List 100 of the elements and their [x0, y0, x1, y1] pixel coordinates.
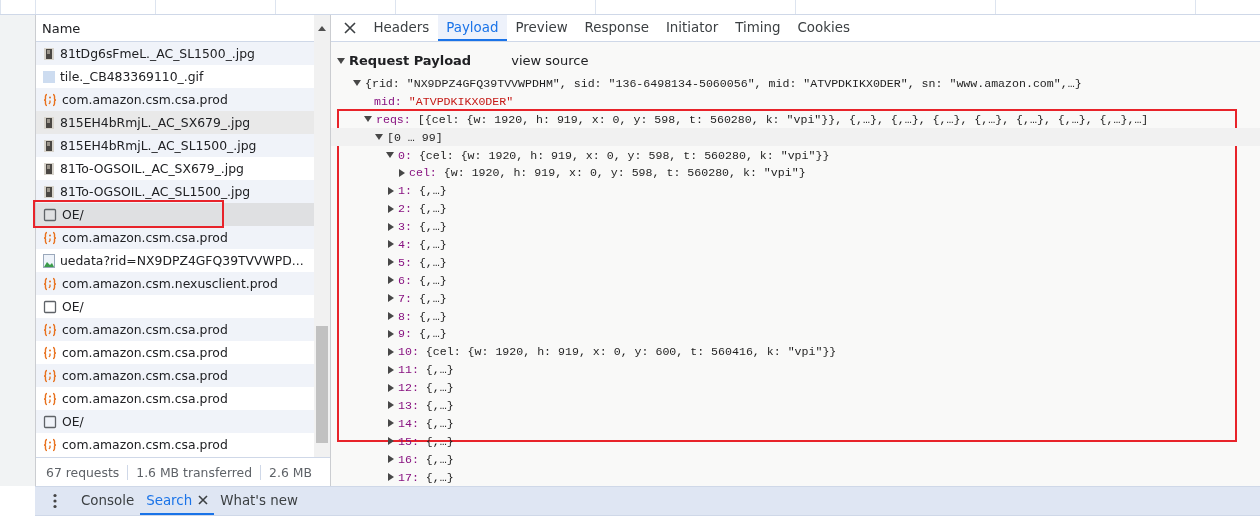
view-source-link[interactable]: view source	[511, 53, 589, 69]
disclosure-icon[interactable]	[388, 312, 394, 321]
script-icon	[43, 92, 57, 107]
tree-line[interactable]: 12: {,…}	[331, 378, 1260, 397]
detail-tab[interactable]: Initiator	[657, 15, 727, 41]
image-thumbnail-icon	[43, 115, 55, 130]
disclosure-icon[interactable]	[353, 80, 361, 87]
tree-line[interactable]: 14: {,…}	[331, 414, 1260, 433]
tree-line[interactable]: reqs: [{cel: {w: 1920, h: 919, x: 0, y: 598, t: 560280, k: "vpi"}}, {,…}, {,…}, {,…}, {,…}, {,…}, {,…}, {,…},…]	[331, 110, 1260, 129]
status-text: 2.6 MB	[260, 464, 320, 480]
document-icon	[43, 207, 57, 222]
request-row[interactable]: com.amazon.csm.csa.prod	[36, 318, 314, 341]
tree-line[interactable]: 3: {,…}	[331, 217, 1260, 236]
scrollbar-thumb[interactable]	[316, 326, 328, 443]
disclosure-icon[interactable]	[388, 186, 394, 195]
script-icon	[43, 322, 57, 337]
drawer-tab[interactable]: Search	[140, 487, 215, 515]
disclosure-icon[interactable]	[388, 401, 394, 410]
request-row[interactable]: com.amazon.csm.csa.prod	[36, 226, 314, 249]
script-icon	[43, 437, 57, 452]
image-thumbnail-icon	[43, 161, 55, 176]
request-row[interactable]: com.amazon.csm.csa.prod	[36, 364, 314, 387]
image-file-icon	[43, 253, 55, 268]
tree-line[interactable]: 13: {,…}	[331, 396, 1260, 415]
detail-tab[interactable]: Preview	[506, 15, 577, 41]
tree-line[interactable]: 7: {,…}	[331, 289, 1260, 308]
disclosure-icon[interactable]	[388, 204, 394, 213]
disclosure-icon[interactable]	[388, 419, 394, 428]
request-row[interactable]: 81tDg6sFmeL._AC_SL1500_.jpg	[36, 42, 314, 65]
tree-line[interactable]: {rid: "NX9DPZ4GFQ39TVVWPDHM", sid: "136-6498134-5060056", mid: "ATVPDKIKX0DER", sn: "www.amazon.com",…}	[331, 74, 1260, 93]
disclosure-icon[interactable]	[386, 152, 394, 158]
status-text: 67 requests	[45, 464, 121, 480]
script-icon	[43, 368, 57, 383]
detail-tab[interactable]: Headers	[365, 15, 438, 41]
disclosure-icon[interactable]	[388, 347, 394, 356]
disclosure-icon[interactable]	[388, 455, 394, 464]
close-icon	[344, 22, 356, 34]
kebab-menu-icon	[53, 493, 57, 509]
close-icon	[198, 495, 209, 505]
request-row[interactable]: 81To-OGSOIL._AC_SX679_.jpg	[36, 157, 314, 180]
request-row[interactable]: com.amazon.csm.csa.prod	[36, 341, 314, 364]
image-thumbnail-icon	[43, 184, 55, 199]
script-icon	[43, 230, 57, 245]
image-thumbnail-icon	[43, 138, 55, 153]
request-row[interactable]: uedata?rid=NX9DPZ4GFQ39TVVWPD...	[36, 249, 314, 272]
detail-tab[interactable]: Cookies	[788, 15, 859, 41]
tree-line[interactable]: mid: "ATVPDKIKX0DER"	[331, 92, 1260, 111]
disclosure-icon[interactable]	[388, 294, 394, 303]
tree-line[interactable]: 2: {,…}	[331, 199, 1260, 218]
disclosure-icon[interactable]	[337, 57, 345, 64]
document-icon	[43, 414, 57, 429]
status-text: 1.6 MB transferred	[127, 464, 261, 480]
disclosure-icon[interactable]	[388, 258, 394, 267]
tree-line[interactable]: 0: {cel: {w: 1920, h: 919, x: 0, y: 598, t: 560280, k: "vpi"}}	[331, 146, 1260, 164]
tree-line[interactable]: 16: {,…}	[331, 450, 1260, 469]
disclosure-icon[interactable]	[388, 383, 394, 392]
tree-line[interactable]: 1: {,…}	[331, 181, 1260, 200]
image-thumbnail-icon	[43, 69, 55, 84]
tree-line[interactable]: cel: {w: 1920, h: 919, x: 0, y: 598, t: 560280, k: "vpi"}	[331, 163, 1260, 182]
request-row[interactable]: OE/	[36, 203, 314, 226]
request-row[interactable]: OE/	[36, 410, 314, 433]
disclosure-icon[interactable]	[388, 222, 394, 231]
request-row[interactable]: tile._CB483369110_.gif	[36, 65, 314, 88]
request-row[interactable]: com.amazon.csm.csa.prod	[36, 88, 314, 111]
tree-line[interactable]: 4: {,…}	[331, 235, 1260, 254]
request-row[interactable]: com.amazon.csm.nexusclient.prod	[36, 272, 314, 295]
tree-line[interactable]: 11: {,…}	[331, 360, 1260, 379]
disclosure-icon[interactable]	[388, 437, 394, 446]
disclosure-icon[interactable]	[388, 329, 394, 338]
tree-line[interactable]: 5: {,…}	[331, 253, 1260, 272]
scroll-up-icon	[318, 25, 326, 31]
disclosure-icon[interactable]	[388, 365, 394, 374]
section-title: Request Payload	[349, 53, 472, 69]
tree-line[interactable]: 9: {,…}	[331, 325, 1260, 343]
disclosure-icon[interactable]	[375, 134, 383, 141]
detail-tab[interactable]: Payload	[437, 15, 507, 41]
script-icon	[43, 345, 57, 360]
close-tab-button[interactable]	[198, 495, 209, 505]
request-row[interactable]: com.amazon.csm.csa.prod	[36, 387, 314, 410]
disclosure-icon[interactable]	[399, 168, 405, 177]
disclosure-icon[interactable]	[364, 116, 372, 123]
script-icon	[43, 391, 57, 406]
detail-tab[interactable]: Timing	[726, 15, 789, 41]
tree-line[interactable]: 8: {,…}	[331, 307, 1260, 325]
drawer-tab[interactable]: What's new	[214, 487, 304, 515]
scrollbar[interactable]	[314, 15, 330, 457]
tree-line[interactable]: 6: {,…}	[331, 271, 1260, 290]
document-icon	[43, 299, 57, 314]
request-row[interactable]: 815EH4bRmjL._AC_SX679_.jpg	[36, 111, 314, 134]
tree-line[interactable]: 10: {cel: {w: 1920, h: 919, x: 0, y: 600, t: 560416, k: "vpi"}}	[331, 342, 1260, 361]
detail-tab[interactable]: Response	[576, 15, 658, 41]
image-thumbnail-icon	[43, 46, 55, 61]
drawer-tab[interactable]: Console	[75, 487, 141, 515]
disclosure-icon[interactable]	[388, 276, 394, 285]
disclosure-icon[interactable]	[388, 240, 394, 249]
request-row[interactable]: com.amazon.csm.csa.prod	[36, 433, 314, 456]
script-icon	[43, 276, 57, 291]
request-row[interactable]: 81To-OGSOIL._AC_SL1500_.jpg	[36, 180, 314, 203]
request-row[interactable]: 815EH4bRmjL._AC_SL1500_.jpg	[36, 134, 314, 157]
request-row[interactable]: OE/	[36, 295, 314, 318]
